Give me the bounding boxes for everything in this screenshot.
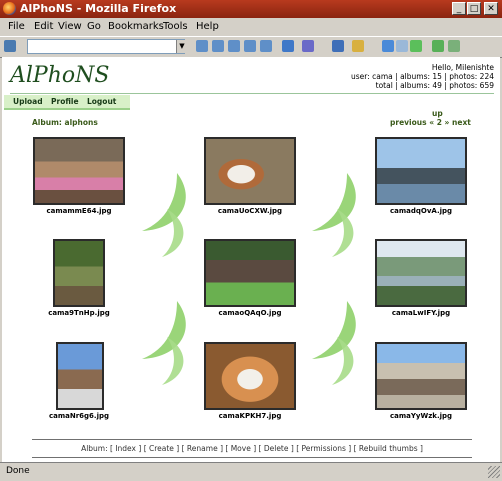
action-divider-top: [32, 439, 472, 440]
bookmark-icon[interactable]: [244, 40, 256, 52]
photo-thumbnail[interactable]: [33, 137, 125, 205]
photo-caption[interactable]: camaLwIFY.jpg: [366, 309, 476, 317]
action-delete[interactable]: [ Delete ]: [259, 444, 294, 453]
window-titlebar: AlPhoNS - Mozilla Firefox _ □ ✕: [0, 0, 502, 18]
url-input[interactable]: [27, 39, 185, 54]
action-permissions[interactable]: [ Permissions ]: [296, 444, 351, 453]
action-rebuild-thumbs[interactable]: [ Rebuild thumbs ]: [354, 444, 423, 453]
prev-marker[interactable]: «: [429, 118, 434, 127]
photo-thumbnail[interactable]: [375, 239, 467, 307]
tools-icon[interactable]: [302, 40, 314, 52]
next-marker[interactable]: »: [445, 118, 450, 127]
firefox-icon: [3, 2, 16, 15]
photo-thumbnail[interactable]: [204, 342, 296, 410]
window-title: AlPhoNS - Mozilla Firefox: [20, 2, 177, 15]
photo-caption[interactable]: camammE64.jpg: [24, 207, 134, 215]
menu-bookmarks[interactable]: Bookmarks: [108, 21, 164, 32]
header-divider: [10, 93, 494, 94]
photo-thumbnail[interactable]: [204, 137, 296, 205]
pager: previous « 2 » next: [390, 118, 471, 127]
menu-bar: File Edit View Go Bookmarks Tools Help: [0, 18, 502, 36]
photo-caption[interactable]: camaYyWzk.jpg: [366, 412, 476, 420]
up-link[interactable]: up: [432, 109, 443, 118]
status-text: Done: [6, 466, 30, 476]
nav-profile[interactable]: Profile: [51, 97, 79, 106]
photo-caption[interactable]: camaNr6g6.jpg: [24, 412, 134, 420]
photo-thumbnail[interactable]: [375, 342, 467, 410]
home-icon[interactable]: [228, 40, 240, 52]
menu-go[interactable]: Go: [87, 21, 101, 32]
menu-view[interactable]: View: [58, 21, 82, 32]
total-stats: total | albums: 49 | photos: 659: [375, 81, 494, 90]
photo-thumbnail[interactable]: [56, 342, 104, 410]
action-move[interactable]: [ Move ]: [225, 444, 256, 453]
menu-help[interactable]: Help: [196, 21, 219, 32]
swirl-decoration: [142, 173, 186, 257]
action-divider-bottom: [32, 457, 472, 458]
user-stats: user: cama | albums: 15 | photos: 224: [351, 72, 494, 81]
menu-file[interactable]: File: [8, 21, 25, 32]
album-title: Album: alphons: [32, 118, 98, 127]
nav-logout[interactable]: Logout: [87, 97, 116, 106]
url-dropdown-button[interactable]: ▼: [176, 40, 187, 53]
swirl-decoration: [142, 301, 186, 385]
action-rename[interactable]: [ Rename ]: [182, 444, 223, 453]
page-content: AlPhoNS Hello, Milenishte user: cama | a…: [2, 57, 500, 462]
photo-thumbnail[interactable]: [53, 239, 105, 307]
close-button[interactable]: ✕: [484, 2, 498, 15]
user-info: Hello, Milenishte user: cama | albums: 1…: [351, 63, 494, 90]
toolbar: ▼: [0, 36, 502, 58]
album-actions: Album: [ Index ] [ Create ] [ Rename ] […: [32, 444, 472, 453]
action-create[interactable]: [ Create ]: [144, 444, 180, 453]
photo-thumbnail[interactable]: [375, 137, 467, 205]
back-icon[interactable]: [382, 40, 394, 52]
status-bar: Done: [0, 462, 502, 481]
photo-thumbnail[interactable]: [204, 239, 296, 307]
history-icon[interactable]: [260, 40, 272, 52]
forward-icon[interactable]: [396, 40, 408, 52]
menu-edit[interactable]: Edit: [34, 21, 53, 32]
menu-tools[interactable]: Tools: [163, 21, 188, 32]
stop-icon[interactable]: [212, 40, 224, 52]
swirl-decoration: [312, 301, 356, 385]
photo-caption[interactable]: camaKPKH7.jpg: [195, 412, 305, 420]
resize-grip[interactable]: [488, 466, 500, 478]
greeting: Hello, Milenishte: [431, 63, 494, 72]
go-icon[interactable]: [410, 40, 422, 52]
globe-icon[interactable]: [282, 40, 294, 52]
actions-label: Album:: [81, 444, 108, 453]
maximize-button[interactable]: □: [467, 2, 481, 15]
site-logo[interactable]: AlPhoNS: [10, 63, 109, 88]
settings-icon[interactable]: [4, 40, 16, 52]
page-number: 2: [436, 118, 442, 127]
check-icon[interactable]: [432, 40, 444, 52]
photo-caption[interactable]: cama9TnHp.jpg: [24, 309, 134, 317]
nav-upload[interactable]: Upload: [13, 97, 43, 106]
previous-link[interactable]: previous: [390, 118, 427, 127]
site-nav: Upload Profile Logout: [4, 95, 130, 110]
page-icon[interactable]: [332, 40, 344, 52]
photo-caption[interactable]: camadqOvA.jpg: [366, 207, 476, 215]
swirl-decoration: [312, 173, 356, 257]
edit-icon[interactable]: [352, 40, 364, 52]
photo-caption[interactable]: camaoQAqO.jpg: [195, 309, 305, 317]
photo-caption[interactable]: camaUoCXW.jpg: [195, 207, 305, 215]
minimize-button[interactable]: _: [452, 2, 466, 15]
next-link[interactable]: next: [452, 118, 471, 127]
action-index[interactable]: [ Index ]: [110, 444, 141, 453]
pen-icon[interactable]: [448, 40, 460, 52]
reload-icon[interactable]: [196, 40, 208, 52]
